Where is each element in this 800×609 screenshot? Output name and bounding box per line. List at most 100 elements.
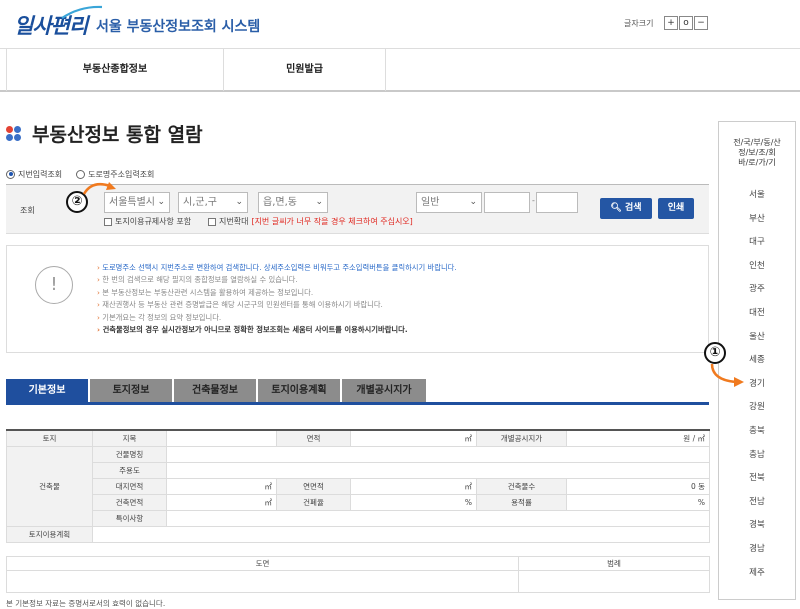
nav-item-civil-documents[interactable]: 민원발급 bbox=[224, 49, 386, 91]
table-row: 도면 범례 bbox=[6, 556, 710, 571]
table-row: 토지 지목 면적 ㎡ 개별공시지가 원 / ㎡ bbox=[6, 429, 710, 447]
cell-bcr-label: 건폐율 bbox=[276, 493, 351, 511]
table-row: 토지이용계획 bbox=[6, 525, 710, 543]
sidebar-item-region[interactable]: 경북 bbox=[719, 518, 795, 530]
sidebar-item-region[interactable]: 울산 bbox=[719, 330, 795, 342]
plan-map-cell bbox=[6, 570, 519, 593]
notice-line: 본 부동산정보는 부동산관련 시스템을 활용하여 제공하는 정보입니다. bbox=[97, 287, 457, 299]
radio-jibun-label: 지번입력조회 bbox=[18, 169, 63, 179]
tab-building-info[interactable]: 건축물정보 bbox=[174, 379, 256, 402]
cell-building-count-value: 0 동 bbox=[566, 477, 710, 495]
cell-jimok-label: 지목 bbox=[92, 429, 167, 447]
chevron-down-icon: ⌄ bbox=[235, 197, 243, 207]
sidebar-item-region[interactable]: 광주 bbox=[719, 282, 795, 294]
radio-jibun[interactable] bbox=[6, 169, 15, 179]
font-size-controls: + o − bbox=[664, 16, 709, 30]
row-header-land: 토지 bbox=[6, 429, 93, 447]
district-select-value: 시,군,구 bbox=[183, 197, 217, 208]
cell-building-area-value: ㎡ bbox=[166, 493, 277, 511]
cell-far-label: 용적률 bbox=[476, 493, 567, 511]
dot-red bbox=[6, 126, 13, 133]
cell-remarks-value bbox=[166, 509, 710, 527]
sidebar-item-region[interactable]: 제주 bbox=[719, 566, 795, 578]
sidebar-title-line: 바/로/가/기 bbox=[738, 158, 776, 167]
tab-land-info[interactable]: 토지정보 bbox=[90, 379, 172, 402]
sidebar-item-region[interactable]: 전북 bbox=[719, 471, 795, 483]
table-row: 대지면적 ㎡ 연면적 ㎡ 건축물수 0 동 bbox=[7, 477, 710, 495]
search-button[interactable]: 🔍︎ 검색 bbox=[600, 198, 652, 219]
cell-price-label: 개별공시지가 bbox=[476, 429, 567, 447]
sidebar-item-region[interactable]: 경남 bbox=[719, 542, 795, 554]
tab-official-land-price[interactable]: 개별공시지가 bbox=[342, 379, 426, 402]
cell-remarks-label: 특이사항 bbox=[92, 509, 167, 527]
nav-item-real-estate-info[interactable]: 부동산종합정보 bbox=[6, 49, 224, 91]
cell-far-value: % bbox=[566, 493, 710, 511]
cell-main-use-label: 주용도 bbox=[92, 461, 167, 479]
bonbun-input[interactable] bbox=[484, 192, 530, 213]
chevron-down-icon: ⌄ bbox=[469, 197, 477, 207]
cell-building-count-label: 건축물수 bbox=[476, 477, 567, 495]
cell-main-use-value bbox=[166, 461, 710, 479]
cell-area-value: ㎡ bbox=[350, 429, 477, 447]
font-increase-button[interactable]: + bbox=[664, 16, 678, 30]
sidebar-item-region[interactable]: 충남 bbox=[719, 448, 795, 460]
cell-area-label: 면적 bbox=[276, 429, 351, 447]
row-header-land-use-plan: 토지이용계획 bbox=[6, 525, 93, 543]
cell-bldg-name-label: 건물명칭 bbox=[92, 445, 167, 463]
land-use-checkbox-label: 토지이용규제사항 포함 bbox=[115, 217, 192, 226]
plan-map-header: 도면 bbox=[6, 556, 519, 571]
sidebar-title-line: 정/보/조/회 bbox=[738, 148, 776, 157]
cell-floor-area-value: ㎡ bbox=[350, 477, 477, 495]
plan-legend-cell bbox=[518, 570, 710, 593]
footnote: 본 기본정보 자료는 증명서로서의 효력이 없습니다. bbox=[6, 599, 166, 608]
search-label: 조회 bbox=[20, 206, 35, 215]
table-row: 건축물 건물명칭 bbox=[6, 445, 710, 527]
font-size-label: 글자크기 bbox=[624, 19, 654, 28]
enlarge-checkbox-label: 지번확대 bbox=[219, 217, 249, 226]
sidebar-item-region[interactable]: 강원 bbox=[719, 400, 795, 412]
font-decrease-button[interactable]: − bbox=[694, 16, 708, 30]
cell-site-area-label: 대지면적 bbox=[92, 477, 167, 495]
cell-site-area-value: ㎡ bbox=[166, 477, 277, 495]
title-dots-icon bbox=[6, 126, 22, 142]
enlarge-warning-note: [지번 글씨가 너무 작을 경우 체크하여 주십시오] bbox=[251, 217, 413, 226]
search-button-label: 검색 bbox=[625, 203, 642, 213]
notice-line: 재산권행사 등 부동산 관련 증명발급은 해당 시군구의 민원센터를 통해 이용… bbox=[97, 299, 457, 311]
header: 일사편리 서울 부동산정보조회 시스템 글자크기 + o − bbox=[0, 0, 800, 48]
cell-jimok-value bbox=[166, 429, 277, 447]
sidebar-item-region[interactable]: 전남 bbox=[719, 495, 795, 507]
land-use-option: 토지이용규제사항 포함 bbox=[104, 216, 191, 227]
page-title: 부동산정보 통합 열람 bbox=[32, 124, 203, 146]
sidebar-item-region[interactable]: 대전 bbox=[719, 306, 795, 318]
land-type-select[interactable]: 일반 ⌄ bbox=[416, 192, 482, 213]
sidebar-item-region[interactable]: 인천 bbox=[719, 259, 795, 271]
chevron-down-icon: ⌄ bbox=[315, 197, 323, 207]
dot-blue-1 bbox=[14, 126, 21, 133]
notice-line: 한 번의 검색으로 해당 필지의 종합정보를 열람하실 수 있습니다. bbox=[97, 274, 457, 286]
district-select[interactable]: 시,군,구 ⌄ bbox=[178, 192, 248, 213]
annotation-arrow-1-icon bbox=[710, 363, 744, 387]
row-header-building: 건축물 bbox=[6, 445, 93, 527]
town-select[interactable]: 읍,면,동 ⌄ bbox=[258, 192, 328, 213]
sidebar-item-region[interactable]: 충북 bbox=[719, 424, 795, 436]
main-nav: 부동산종합정보 민원발급 bbox=[0, 48, 800, 92]
chevron-down-icon: ⌄ bbox=[157, 197, 165, 207]
search-icon: 🔍︎ bbox=[610, 203, 622, 213]
sidebar-item-region[interactable]: 서울 bbox=[719, 188, 795, 200]
notice-line: 기본개요는 각 정보의 요약 정보입니다. bbox=[97, 312, 457, 324]
table-row bbox=[6, 570, 710, 593]
tab-basic-info[interactable]: 기본정보 bbox=[6, 379, 88, 402]
cell-price-value: 원 / ㎡ bbox=[566, 429, 710, 447]
bubun-input[interactable] bbox=[536, 192, 578, 213]
enlarge-checkbox[interactable] bbox=[208, 217, 216, 226]
sidebar-title-line: 전/국/부/동/산 bbox=[733, 138, 781, 147]
land-use-checkbox[interactable] bbox=[104, 217, 112, 226]
sidebar-item-region[interactable]: 대구 bbox=[719, 235, 795, 247]
notice-line: 건축물정보의 경우 실시간정보가 아니므로 정확한 정보조회는 세움터 사이트를… bbox=[97, 324, 457, 336]
cell-land-use-plan-value bbox=[92, 525, 710, 543]
tab-land-use-plan[interactable]: 토지이용계획 bbox=[258, 379, 340, 402]
print-button[interactable]: 인쇄 bbox=[658, 198, 694, 219]
land-type-select-value: 일반 bbox=[421, 197, 440, 208]
sidebar-item-region[interactable]: 부산 bbox=[719, 212, 795, 224]
font-reset-button[interactable]: o bbox=[679, 16, 693, 30]
